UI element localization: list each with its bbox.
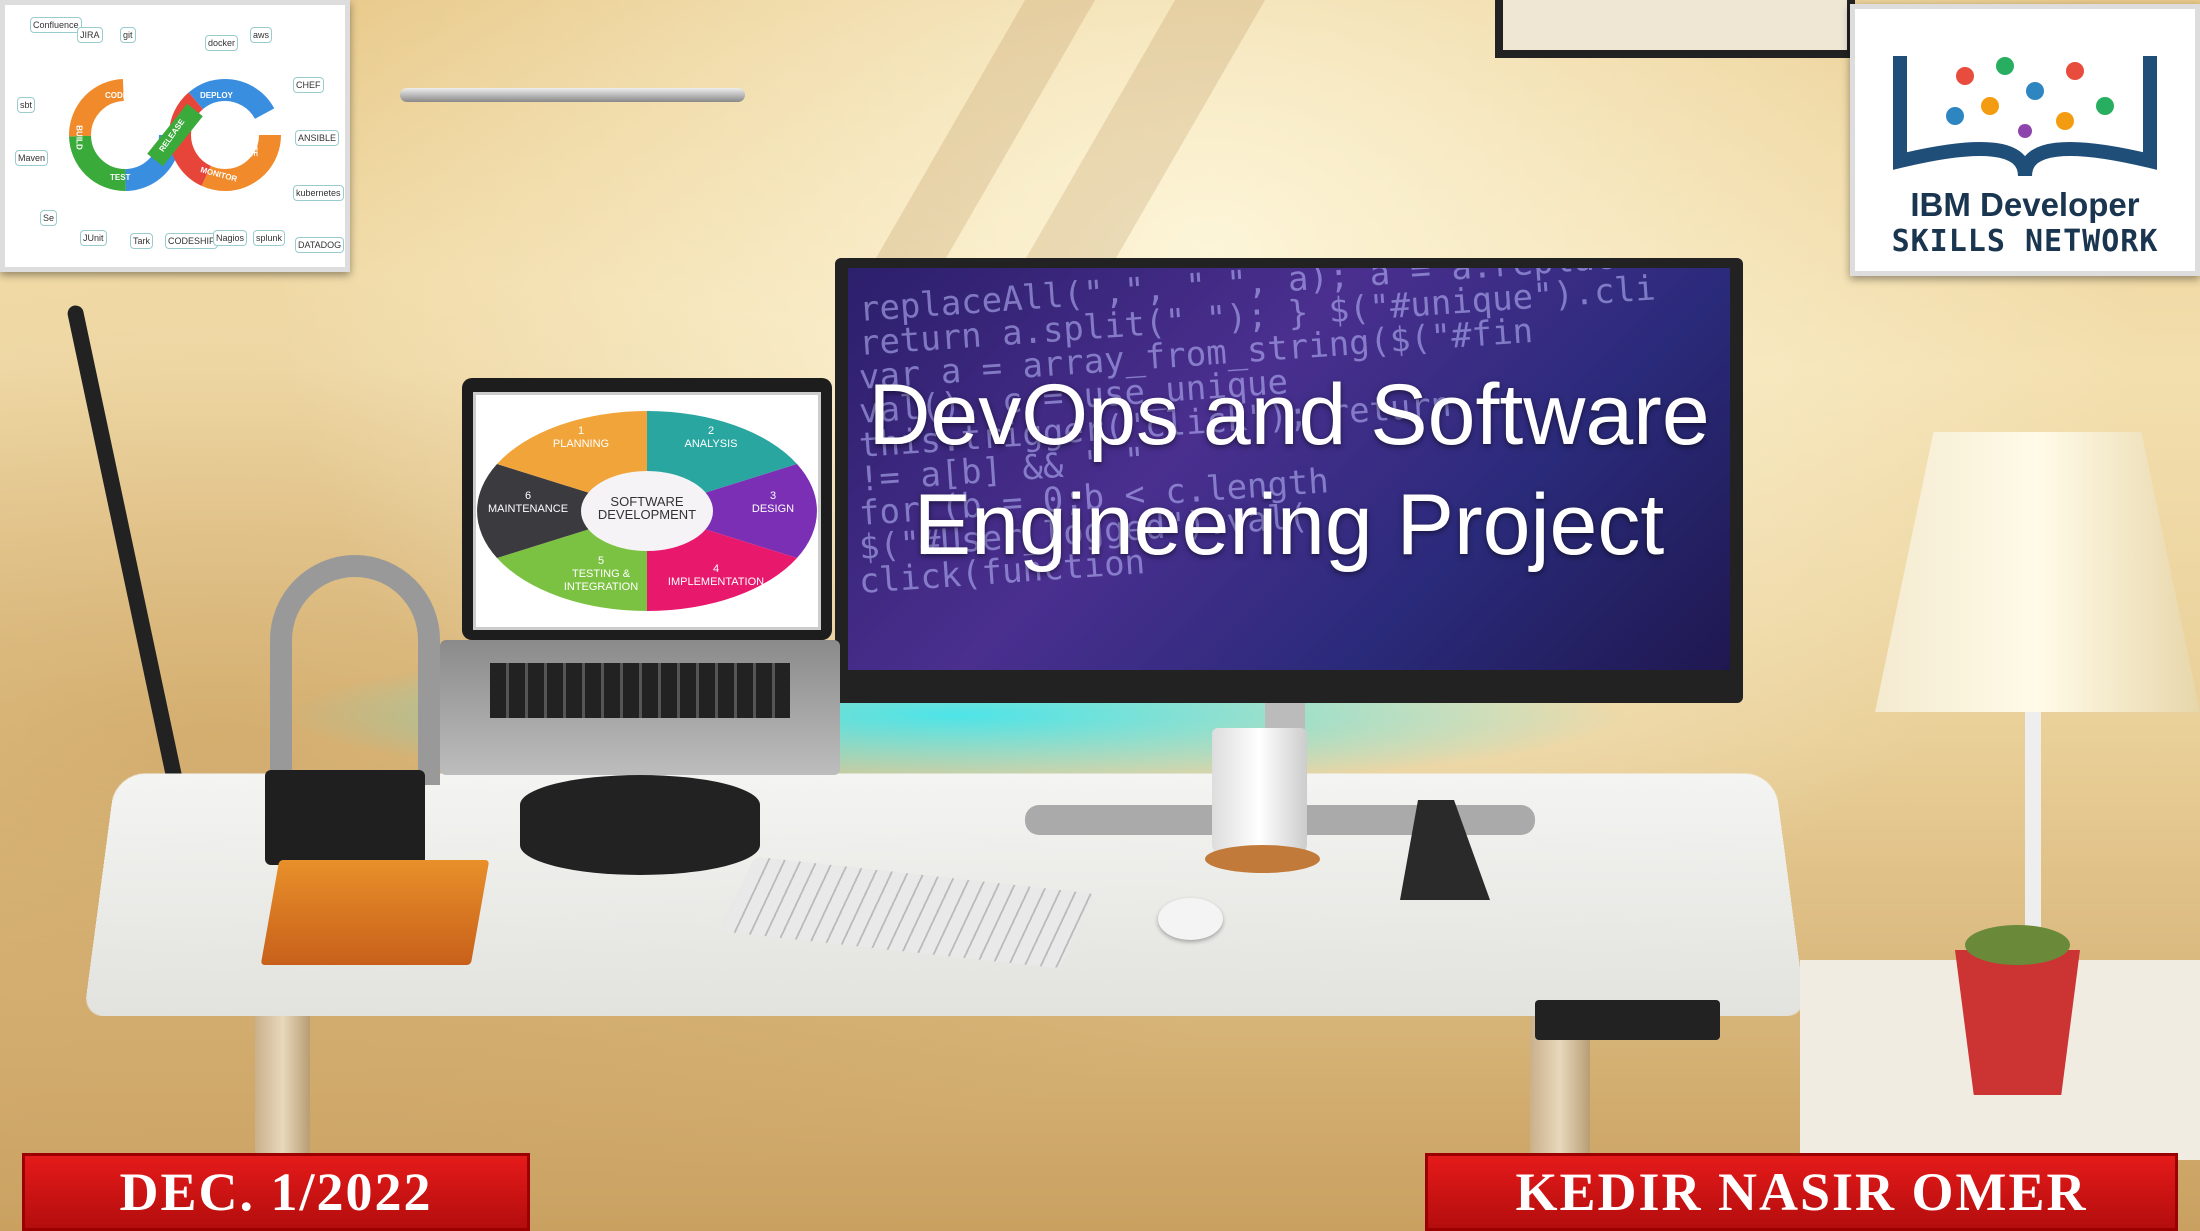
sdlc-phase-1: 1 PLANNING [552,425,610,450]
tool-git: git [120,27,136,43]
desk-controller [1535,1000,1720,1040]
coffee-mug [1212,728,1307,858]
sdlc-phase-5: 5 TESTING & INTEGRATION [563,555,639,593]
stage-build: BUILD [74,125,84,150]
author-name: KEDIR NASIR OMER [1515,1162,2088,1222]
tool-jira: JIRA [77,27,103,43]
tool-ansible: ANSIBLE [295,130,340,146]
stage-code: CODE [105,91,129,100]
desk-lamp-bar [400,88,745,102]
sdlc-phase-2: 2 ANALYSIS [684,425,738,450]
author-banner: KEDIR NASIR OMER [1425,1153,2178,1231]
tool-junit: JUnit [80,230,107,246]
succulent [1965,925,2070,965]
tool-splunk: splunk [253,230,286,246]
stage-test: TEST [110,173,131,182]
coaster [1205,845,1320,873]
headphone-stand [265,770,425,865]
tool-tark: Tark [130,233,154,249]
sdlc-diagram: SOFTWARE DEVELOPMENT 1 PLANNING 2 ANALYSIS… [473,392,821,630]
tool-nagios: Nagios [213,230,248,246]
tool-maven: Maven [15,150,49,166]
title-line-2: Engineering Project [913,477,1665,573]
tool-docker: docker [205,35,239,51]
laptop-stand [520,775,760,875]
mouse [1158,898,1223,940]
ibm-logo-line1: IBM Developer [1910,186,2140,223]
stage-operate: OPERATE [249,118,259,157]
wall-picture-frame [1495,0,1855,58]
tool-confluence: Confluence [30,17,82,33]
ibm-logo-line2: SKILLS NETWORK [1891,224,2159,259]
tool-datadog: DATADOG [295,237,345,253]
plant-pot [1955,950,2080,1095]
laptop-keyboard [490,663,790,718]
date-text: DEC. 1/2022 [119,1162,433,1222]
tool-chef: CHEF [293,77,324,93]
tool-codeship: CODESHIP [165,233,219,249]
headphones [270,555,440,785]
tool-sbt: sbt [17,97,36,113]
sdlc-phase-6: 6 MAINTENANCE [487,490,569,515]
sdlc-phase-4: 4 IMPLEMENTATION [667,563,765,588]
devops-diagram: CODE BUILD TEST PLAN RELEASE DEPLOY OPER… [0,0,350,272]
stage-deploy: DEPLOY [200,91,233,100]
slide-title: DevOps and Software Engineering Project [835,360,1743,580]
tool-aws: aws [250,27,273,43]
tool-kubernetes: kubernetes [293,185,344,201]
title-line-1: DevOps and Software [868,367,1710,463]
book [260,860,490,965]
sdlc-phase-3: 3 DESIGN [751,490,795,515]
ibm-skills-network-logo: IBM Developer SKILLS NETWORK [1850,4,2200,276]
laptop: SOFTWARE DEVELOPMENT 1 PLANNING 2 ANALYSIS… [462,378,832,640]
date-banner: DEC. 1/2022 [22,1153,530,1231]
tool-selenium: Se [40,210,58,226]
sdlc-center: SOFTWARE DEVELOPMENT [597,494,697,522]
open-book-network-icon [1893,56,2157,177]
